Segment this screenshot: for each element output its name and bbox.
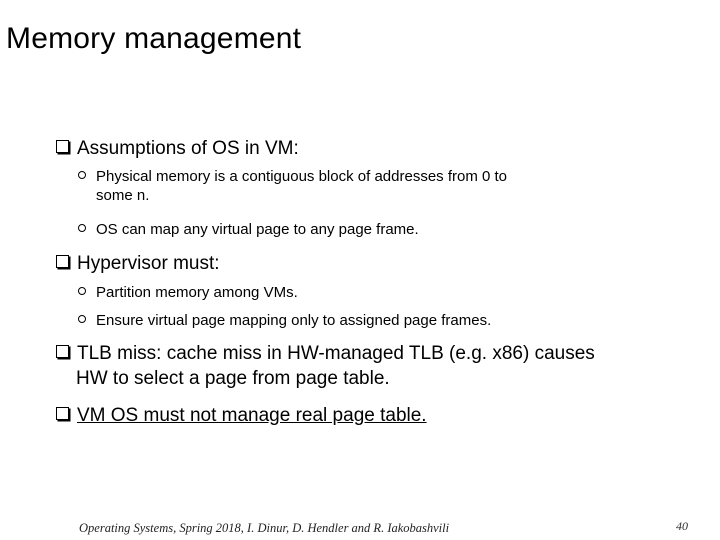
circle-bullet-icon [78,315,86,323]
checkbox-bullet-icon [56,407,69,420]
bullet-vm-os: VM OS must not manage real page table. [56,403,427,428]
slide-title: Memory management [6,22,302,55]
sub-bullet-physical-memory: Physical memory is a contiguous block of… [78,167,507,205]
page-number: 40 [676,519,688,533]
checkbox-bullet-icon [56,345,69,358]
sub-bullet-ensure: Ensure virtual page mapping only to assi… [78,311,491,330]
footer-credits: Operating Systems, Spring 2018, I. Dinur… [79,521,450,535]
checkbox-bullet-icon [56,255,69,268]
bullet-tlb-miss: TLB miss: cache miss in HW-managed TLB (… [56,341,595,391]
bullet-hypervisor: Hypervisor must: [56,251,220,276]
checkbox-bullet-icon [56,140,69,153]
bullet-assumptions: Assumptions of OS in VM: [56,136,299,161]
circle-bullet-icon [78,224,86,232]
sub-bullet-partition: Partition memory among VMs. [78,283,298,302]
circle-bullet-icon [78,171,86,179]
circle-bullet-icon [78,287,86,295]
sub-bullet-os-map: OS can map any virtual page to any page … [78,220,419,239]
